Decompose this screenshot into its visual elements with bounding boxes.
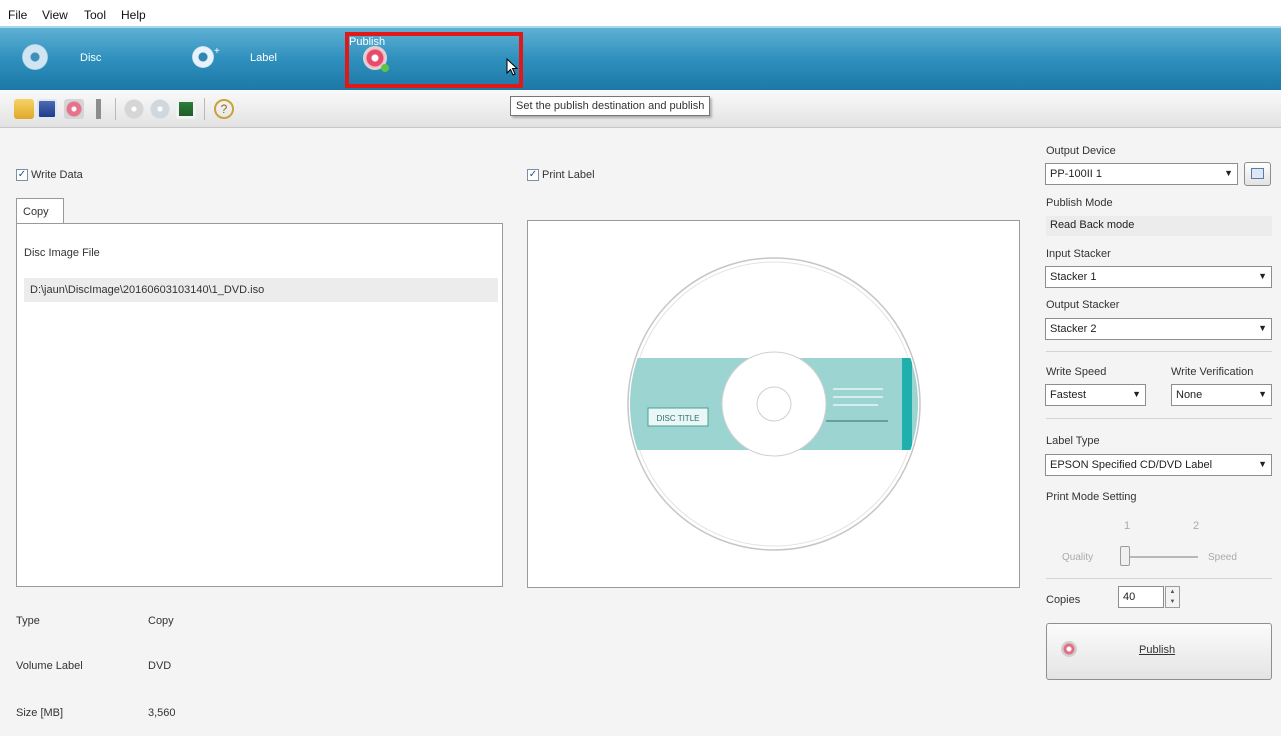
- print-mode-tick-1: 1: [1124, 520, 1131, 532]
- input-stacker-value: Stacker 1: [1050, 271, 1097, 283]
- write-speed-label: Write Speed: [1046, 366, 1107, 378]
- chevron-down-icon: ▼: [1258, 271, 1267, 281]
- publish-button[interactable]: Publish: [1046, 623, 1272, 680]
- tab-disc-label: Disc: [80, 52, 102, 64]
- disc-icon: [22, 44, 48, 70]
- write-verification-select[interactable]: None ▼: [1171, 384, 1272, 406]
- disc-image-file-label: Disc Image File: [24, 247, 100, 259]
- disc-print-icon[interactable]: [150, 99, 170, 119]
- info-size-value: 3,560: [148, 707, 176, 719]
- tab-publish[interactable]: Publish: [345, 32, 523, 88]
- print-label-checkbox[interactable]: ✓: [527, 169, 539, 181]
- chevron-down-icon: ▼: [1258, 389, 1267, 399]
- copies-stepper[interactable]: ▲ ▼: [1165, 586, 1180, 608]
- print-label-label: Print Label: [542, 169, 595, 181]
- tab-label[interactable]: + Label: [192, 38, 312, 78]
- tab-disc[interactable]: Disc: [22, 38, 142, 78]
- open-icon[interactable]: [14, 99, 34, 119]
- help-icon[interactable]: ?: [214, 99, 234, 119]
- output-device-select[interactable]: PP-100II 1 ▼: [1045, 163, 1238, 185]
- info-size-key: Size [MB]: [16, 707, 64, 719]
- copies-input[interactable]: 40: [1118, 586, 1164, 608]
- label-disc-icon: [192, 46, 214, 68]
- print-mode-quality-label: Quality: [1062, 552, 1094, 563]
- menu-view[interactable]: View: [42, 8, 68, 22]
- save-icon[interactable]: [37, 99, 57, 119]
- chevron-down-icon: ▼: [1132, 389, 1141, 399]
- publish-icon[interactable]: [64, 99, 84, 119]
- settings-icon[interactable]: [92, 99, 106, 119]
- output-stacker-label: Output Stacker: [1046, 299, 1120, 311]
- device-settings-button[interactable]: [1244, 162, 1271, 186]
- disc-title-text: DISC TITLE: [657, 414, 700, 423]
- publish-button-label: Publish: [1139, 644, 1176, 656]
- write-verification-value: None: [1176, 389, 1203, 401]
- info-type-value: Copy: [148, 615, 174, 627]
- toolbar-separator: [115, 98, 116, 120]
- info-volume-label-key: Volume Label: [16, 660, 83, 672]
- copies-value: 40: [1123, 591, 1136, 603]
- toolbar-separator: [204, 98, 205, 120]
- mouse-cursor-icon: [506, 58, 519, 76]
- output-device-label: Output Device: [1046, 145, 1116, 157]
- output-stacker-select[interactable]: Stacker 2 ▼: [1045, 318, 1272, 340]
- print-mode-slider-thumb[interactable]: [1120, 546, 1130, 566]
- write-data-label: Write Data: [31, 169, 83, 181]
- disc-copy-icon[interactable]: [124, 99, 144, 119]
- label-preview: DISC TITLE: [527, 220, 1020, 588]
- menu-file[interactable]: File: [8, 8, 27, 22]
- info-type-key: Type: [16, 615, 40, 627]
- input-stacker-select[interactable]: Stacker 1 ▼: [1045, 266, 1272, 288]
- publish-mode-value: Read Back mode: [1046, 216, 1272, 236]
- menu-tool[interactable]: Tool: [84, 8, 106, 22]
- chevron-down-icon: ▼: [1258, 323, 1267, 333]
- output-device-value: PP-100II 1: [1050, 168, 1102, 180]
- publish-mode-label: Publish Mode: [1046, 197, 1113, 209]
- separator: [1046, 351, 1272, 352]
- disc-image-path: D:\jaun\DiscImage\20160603103140\1_DVD.i…: [30, 284, 265, 296]
- print-mode-setting-label: Print Mode Setting: [1046, 491, 1137, 503]
- tab-copy[interactable]: Copy: [16, 198, 64, 224]
- copies-label: Copies: [1046, 594, 1081, 606]
- chevron-down-icon: ▼: [1258, 459, 1267, 469]
- separator: [1046, 418, 1272, 419]
- label-type-value: EPSON Specified CD/DVD Label: [1050, 459, 1213, 471]
- ribbon: Disc + Label Publish: [0, 26, 1281, 90]
- menu-bar: File View Tool Help: [0, 0, 1281, 26]
- tab-label-label: Label: [250, 52, 277, 64]
- tab-copy-label: Copy: [23, 206, 49, 218]
- disc-image-path-row[interactable]: D:\jaun\DiscImage\20160603103140\1_DVD.i…: [24, 278, 498, 302]
- separator: [1046, 578, 1272, 579]
- tooltip: Set the publish destination and publish: [510, 96, 711, 116]
- chevron-down-icon: ▼: [1224, 168, 1233, 178]
- write-verification-label: Write Verification: [1171, 366, 1254, 378]
- label-type-select[interactable]: EPSON Specified CD/DVD Label ▼: [1045, 454, 1272, 476]
- info-volume-label-value: DVD: [148, 660, 172, 672]
- label-type-label: Label Type: [1046, 435, 1100, 447]
- device-icon: [1251, 168, 1264, 179]
- write-speed-value: Fastest: [1050, 389, 1087, 401]
- output-stacker-value: Stacker 2: [1050, 323, 1097, 335]
- publish-badge-icon: [381, 64, 389, 72]
- write-data-checkbox[interactable]: ✓: [16, 169, 28, 181]
- print-mode-speed-label: Speed: [1208, 552, 1237, 563]
- input-stacker-label: Input Stacker: [1046, 248, 1111, 260]
- publish-icon: [1061, 641, 1077, 657]
- print-mode-slider-track[interactable]: [1128, 556, 1198, 558]
- print-mode-tick-2: 2: [1193, 520, 1200, 532]
- write-speed-select[interactable]: Fastest ▼: [1045, 384, 1146, 406]
- menu-help[interactable]: Help: [121, 8, 146, 22]
- disc-label-preview-image: DISC TITLE: [627, 257, 921, 551]
- export-icon[interactable]: [176, 99, 196, 119]
